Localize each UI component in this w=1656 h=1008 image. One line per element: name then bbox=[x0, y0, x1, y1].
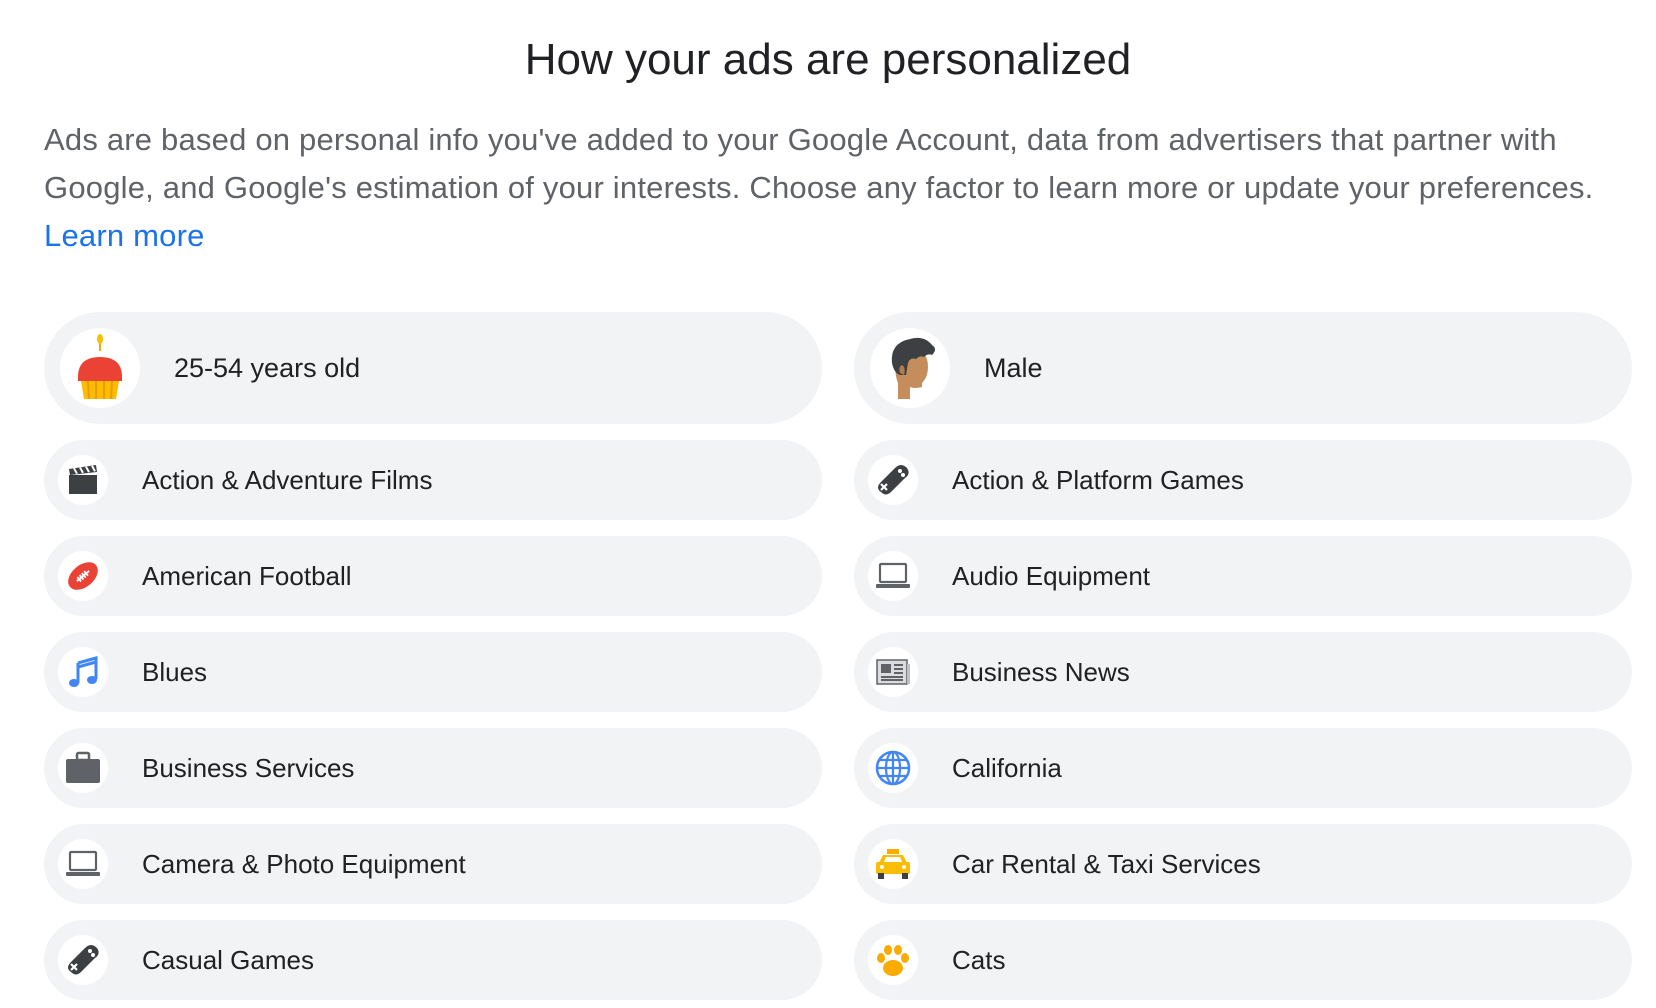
factor-label: American Football bbox=[142, 560, 352, 591]
factor-casual-games[interactable]: Casual Games bbox=[44, 920, 822, 1000]
learn-more-link[interactable]: Learn more bbox=[44, 218, 205, 253]
factor-label: Casual Games bbox=[142, 944, 314, 975]
factor-business-services[interactable]: Business Services bbox=[44, 728, 822, 808]
factor-action-platform-games[interactable]: Action & Platform Games bbox=[854, 440, 1632, 520]
gamepad-icon bbox=[58, 935, 108, 985]
factor-label: Audio Equipment bbox=[952, 560, 1151, 591]
page-title: How your ads are personalized bbox=[524, 35, 1132, 84]
factor-gender[interactable]: Male bbox=[854, 312, 1632, 424]
factor-label: Camera & Photo Equipment bbox=[142, 848, 466, 879]
paw-icon bbox=[868, 935, 918, 985]
gamepad-icon bbox=[868, 455, 918, 505]
factor-age[interactable]: 25-54 years old bbox=[44, 312, 822, 424]
briefcase-icon bbox=[58, 743, 108, 793]
factor-label: Car Rental & Taxi Services bbox=[952, 848, 1261, 879]
clapperboard-icon bbox=[58, 455, 108, 505]
factor-cats[interactable]: Cats bbox=[854, 920, 1632, 1000]
music-note-icon bbox=[58, 647, 108, 697]
factor-action-adventure-films[interactable]: Action & Adventure Films bbox=[44, 440, 822, 520]
factor-label: Cats bbox=[952, 944, 1006, 975]
factor-label: Action & Platform Games bbox=[952, 464, 1244, 495]
globe-icon bbox=[868, 743, 918, 793]
factor-label: Male bbox=[984, 352, 1043, 383]
factor-label: Blues bbox=[142, 656, 208, 687]
factor-car-rental-taxi[interactable]: Car Rental & Taxi Services bbox=[854, 824, 1632, 904]
intro-body: Ads are based on personal info you've ad… bbox=[44, 122, 1594, 205]
laptop-icon bbox=[868, 551, 918, 601]
factor-camera-photo-equipment[interactable]: Camera & Photo Equipment bbox=[44, 824, 822, 904]
factor-california[interactable]: California bbox=[854, 728, 1632, 808]
factor-business-news[interactable]: Business News bbox=[854, 632, 1632, 712]
factor-label: Business News bbox=[952, 656, 1130, 687]
factor-label: Action & Adventure Films bbox=[142, 464, 433, 495]
football-icon bbox=[58, 551, 108, 601]
factor-label: Business Services bbox=[142, 752, 355, 783]
factor-label: California bbox=[952, 752, 1062, 783]
factor-american-football[interactable]: American Football bbox=[44, 536, 822, 616]
factor-label: 25-54 years old bbox=[174, 352, 361, 383]
laptop-icon bbox=[58, 839, 108, 889]
birthday-cake-icon bbox=[60, 328, 140, 408]
factor-audio-equipment[interactable]: Audio Equipment bbox=[854, 536, 1632, 616]
factor-blues[interactable]: Blues bbox=[44, 632, 822, 712]
taxi-icon bbox=[868, 839, 918, 889]
factor-grid: 25-54 years old Male Action & Adventure … bbox=[44, 312, 1632, 1000]
person-avatar-icon bbox=[870, 328, 950, 408]
newspaper-icon bbox=[868, 647, 918, 697]
intro-text: Ads are based on personal info you've ad… bbox=[44, 116, 1624, 260]
